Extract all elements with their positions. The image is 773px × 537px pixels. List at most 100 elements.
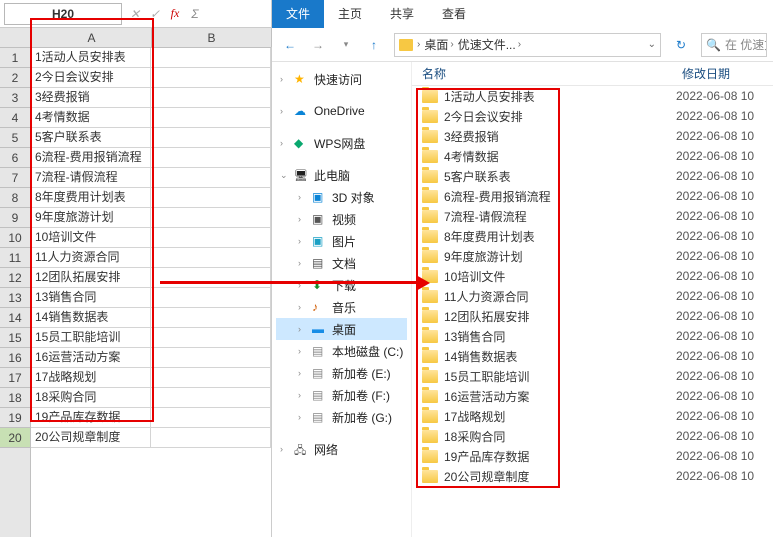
file-item[interactable]: 4考情数据: [412, 146, 672, 166]
file-item[interactable]: 16运营活动方案: [412, 386, 672, 406]
cell[interactable]: [151, 348, 271, 368]
cell[interactable]: [151, 388, 271, 408]
history-dropdown-icon[interactable]: ⌄: [648, 39, 656, 50]
cell[interactable]: [151, 128, 271, 148]
insert-fn-icon[interactable]: Σ: [186, 5, 204, 23]
row[interactable]: 20公司规章制度: [31, 428, 271, 448]
cell[interactable]: [151, 248, 271, 268]
file-list-pane[interactable]: 名称 1活动人员安排表2今日会议安排3经费报销4考情数据5客户联系表6流程-费用…: [412, 62, 773, 537]
file-item[interactable]: 8年度费用计划表: [412, 226, 672, 246]
nav-video[interactable]: ›视频: [276, 208, 407, 230]
cell[interactable]: 17战略规划: [31, 368, 151, 388]
cell[interactable]: 3经费报销: [31, 88, 151, 108]
file-item[interactable]: 6流程-费用报销流程: [412, 186, 672, 206]
cell[interactable]: [151, 368, 271, 388]
cell[interactable]: [151, 328, 271, 348]
cell[interactable]: 13销售合同: [31, 288, 151, 308]
cell[interactable]: [151, 168, 271, 188]
nav-3d[interactable]: ›3D 对象: [276, 186, 407, 208]
nav-disk-g[interactable]: ›新加卷 (G:): [276, 406, 407, 428]
cell[interactable]: [151, 148, 271, 168]
cell[interactable]: 10培训文件: [31, 228, 151, 248]
nav-downloads[interactable]: ›下载: [276, 274, 407, 296]
nav-documents[interactable]: ›文档: [276, 252, 407, 274]
nav-onedrive[interactable]: ›OneDrive: [276, 100, 407, 122]
row-number[interactable]: 11: [0, 248, 30, 268]
search-input[interactable]: 🔍 在 优速文: [701, 33, 767, 57]
row[interactable]: 19产品库存数据: [31, 408, 271, 428]
row[interactable]: 5客户联系表: [31, 128, 271, 148]
fx-icon[interactable]: fx: [166, 5, 184, 23]
address-bar[interactable]: › 桌面› 优速文件...› ⌄: [394, 33, 661, 57]
recent-dropdown[interactable]: ▾: [334, 33, 358, 57]
cell[interactable]: 14销售数据表: [31, 308, 151, 328]
cell[interactable]: 6流程-费用报销流程: [31, 148, 151, 168]
row-number[interactable]: 4: [0, 108, 30, 128]
cell[interactable]: 15员工职能培训: [31, 328, 151, 348]
cell[interactable]: 8年度费用计划表: [31, 188, 151, 208]
file-item[interactable]: 1活动人员安排表: [412, 86, 672, 106]
forward-button[interactable]: →: [306, 33, 330, 57]
cell[interactable]: 9年度旅游计划: [31, 208, 151, 228]
select-all-corner[interactable]: [0, 28, 32, 47]
cell[interactable]: [151, 188, 271, 208]
row[interactable]: 17战略规划: [31, 368, 271, 388]
cell[interactable]: [151, 108, 271, 128]
nav-network[interactable]: ›网络: [276, 438, 407, 460]
cell[interactable]: 18采购合同: [31, 388, 151, 408]
cell[interactable]: [151, 88, 271, 108]
row[interactable]: 1活动人员安排表: [31, 48, 271, 68]
crumb-folder[interactable]: 优速文件...›: [458, 36, 521, 53]
file-item[interactable]: 9年度旅游计划: [412, 246, 672, 266]
name-box[interactable]: H20: [4, 3, 122, 25]
row[interactable]: 3经费报销: [31, 88, 271, 108]
row-number[interactable]: 15: [0, 328, 30, 348]
file-item[interactable]: 20公司规章制度: [412, 466, 672, 486]
row[interactable]: 4考情数据: [31, 108, 271, 128]
cell[interactable]: [151, 268, 271, 288]
tab-share[interactable]: 共享: [376, 0, 428, 28]
row[interactable]: 14销售数据表: [31, 308, 271, 328]
file-item[interactable]: 19产品库存数据: [412, 446, 672, 466]
nav-music[interactable]: ›音乐: [276, 296, 407, 318]
file-item[interactable]: 18采购合同: [412, 426, 672, 446]
file-item[interactable]: 10培训文件: [412, 266, 672, 286]
file-item[interactable]: 12团队拓展安排: [412, 306, 672, 326]
row[interactable]: 16运营活动方案: [31, 348, 271, 368]
cell[interactable]: 19产品库存数据: [31, 408, 151, 428]
row-number[interactable]: 20: [0, 428, 30, 448]
file-item[interactable]: 13销售合同: [412, 326, 672, 346]
row-number[interactable]: 18: [0, 388, 30, 408]
cell[interactable]: 20公司规章制度: [31, 428, 151, 448]
row[interactable]: 13销售合同: [31, 288, 271, 308]
cell[interactable]: [151, 68, 271, 88]
row-number[interactable]: 9: [0, 208, 30, 228]
col-header-A[interactable]: A: [32, 28, 152, 47]
crumb-desktop[interactable]: 桌面›: [424, 36, 453, 53]
file-item[interactable]: 11人力资源合同: [412, 286, 672, 306]
file-item[interactable]: 17战略规划: [412, 406, 672, 426]
col-hdr-name[interactable]: 名称: [412, 62, 672, 86]
row-number[interactable]: 10: [0, 228, 30, 248]
nav-pictures[interactable]: ›图片: [276, 230, 407, 252]
nav-this-pc[interactable]: ⌄此电脑: [276, 164, 407, 186]
chevron-right-icon[interactable]: ›: [417, 39, 420, 50]
tab-file[interactable]: 文件: [272, 0, 324, 28]
refresh-button[interactable]: ↻: [669, 33, 693, 57]
cell[interactable]: [151, 288, 271, 308]
row-number[interactable]: 17: [0, 368, 30, 388]
cells-area[interactable]: 1活动人员安排表2今日会议安排3经费报销4考情数据5客户联系表6流程-费用报销流…: [31, 48, 271, 537]
cell[interactable]: [151, 408, 271, 428]
col-header-B[interactable]: B: [152, 28, 272, 47]
nav-disk-c[interactable]: ›本地磁盘 (C:): [276, 340, 407, 362]
row-number[interactable]: 6: [0, 148, 30, 168]
nav-desktop[interactable]: ›桌面: [276, 318, 407, 340]
row-number[interactable]: 7: [0, 168, 30, 188]
row[interactable]: 18采购合同: [31, 388, 271, 408]
row-number[interactable]: 14: [0, 308, 30, 328]
cell[interactable]: 7流程-请假流程: [31, 168, 151, 188]
tab-home[interactable]: 主页: [324, 0, 376, 28]
cell[interactable]: 16运营活动方案: [31, 348, 151, 368]
file-item[interactable]: 3经费报销: [412, 126, 672, 146]
row-number[interactable]: 2: [0, 68, 30, 88]
